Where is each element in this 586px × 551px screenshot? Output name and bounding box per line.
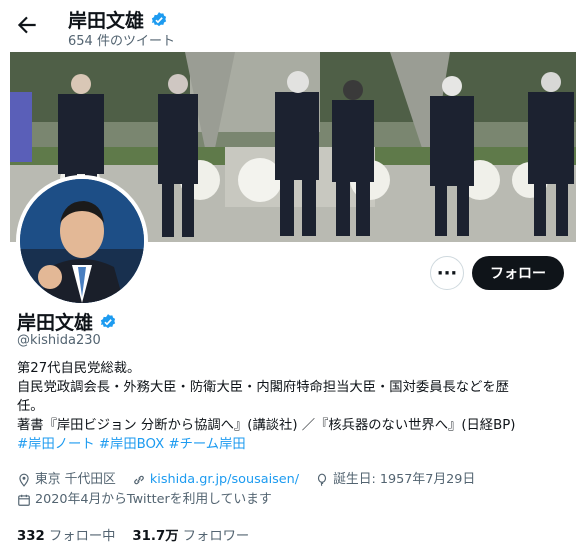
joined-text: 2020年4月からTwitterを利用しています <box>35 492 272 507</box>
following-link[interactable]: 332 フォロー中 <box>17 529 120 544</box>
balloon-icon <box>315 473 329 487</box>
meta-row: 2020年4月からTwitterを利用しています <box>17 490 577 510</box>
more-options-button[interactable]: ··· <box>430 256 464 290</box>
followers-link[interactable]: 31.7万 フォロワー <box>132 529 249 544</box>
location-item: 東京 千代田区 <box>17 470 116 490</box>
location-pin-icon <box>17 473 31 487</box>
bio-line-2: 自民党政調会長・外務大臣・防衛大臣・内閣府特命担当大臣・国対委員長などを歴 <box>17 380 509 395</box>
following-count: 332 <box>17 529 45 544</box>
follow-button[interactable]: フォロー <box>472 256 564 290</box>
follow-stats: 332 フォロー中 31.7万 フォロワー <box>17 525 249 544</box>
birthday-text: 誕生日: 1957年7月29日 <box>333 472 476 487</box>
hashtag-link[interactable]: #岸田BOX <box>99 437 164 452</box>
followers-count: 31.7万 <box>132 529 179 544</box>
back-arrow-icon[interactable] <box>14 12 40 38</box>
link-icon <box>132 473 146 487</box>
following-label: フォロー中 <box>49 529 116 544</box>
profile-bio: 第27代自民党総裁。 自民党政調会長・外務大臣・防衛大臣・内閣府特命担当大臣・国… <box>17 359 577 454</box>
birthday-item: 誕生日: 1957年7月29日 <box>315 470 475 490</box>
header-title: 岸田文雄 <box>68 6 168 33</box>
verified-badge-icon <box>99 313 117 331</box>
bio-line-1: 第27代自民党総裁。 <box>17 361 141 376</box>
profile-handle: @kishida230 <box>17 333 101 348</box>
hashtag-link[interactable]: #チーム岸田 <box>168 437 245 452</box>
bio-hashtags: #岸田ノート #岸田BOX #チーム岸田 <box>17 435 577 454</box>
top-bar: 岸田文雄 654 件のツイート <box>0 0 586 52</box>
profile-meta: 東京 千代田区 kishida.gr.jp/sousaisen/ 誕生日: 19… <box>17 470 577 510</box>
verified-badge-icon <box>150 11 168 29</box>
joined-item: 2020年4月からTwitterを利用しています <box>17 490 272 510</box>
bio-line-3: 任。 <box>17 399 44 414</box>
avatar[interactable] <box>16 175 148 307</box>
website-link[interactable]: kishida.gr.jp/sousaisen/ <box>150 470 299 490</box>
profile-name: 岸田文雄 <box>17 312 94 334</box>
profile-name-row: 岸田文雄 <box>17 308 117 335</box>
meta-row: 東京 千代田区 kishida.gr.jp/sousaisen/ 誕生日: 19… <box>17 470 577 490</box>
website-item: kishida.gr.jp/sousaisen/ <box>132 470 299 490</box>
tweet-count: 654 件のツイート <box>68 34 175 49</box>
followers-label: フォロワー <box>182 529 250 544</box>
header-name: 岸田文雄 <box>68 10 145 32</box>
hashtag-link[interactable]: #岸田ノート <box>17 437 95 452</box>
location-text: 東京 千代田区 <box>35 472 116 487</box>
bio-line-4: 著書『岸田ビジョン 分断から協調へ』(講談社) ／『核兵器のない世界へ』(日経B… <box>17 418 516 433</box>
calendar-icon <box>17 493 31 507</box>
avatar-photo <box>20 179 144 303</box>
